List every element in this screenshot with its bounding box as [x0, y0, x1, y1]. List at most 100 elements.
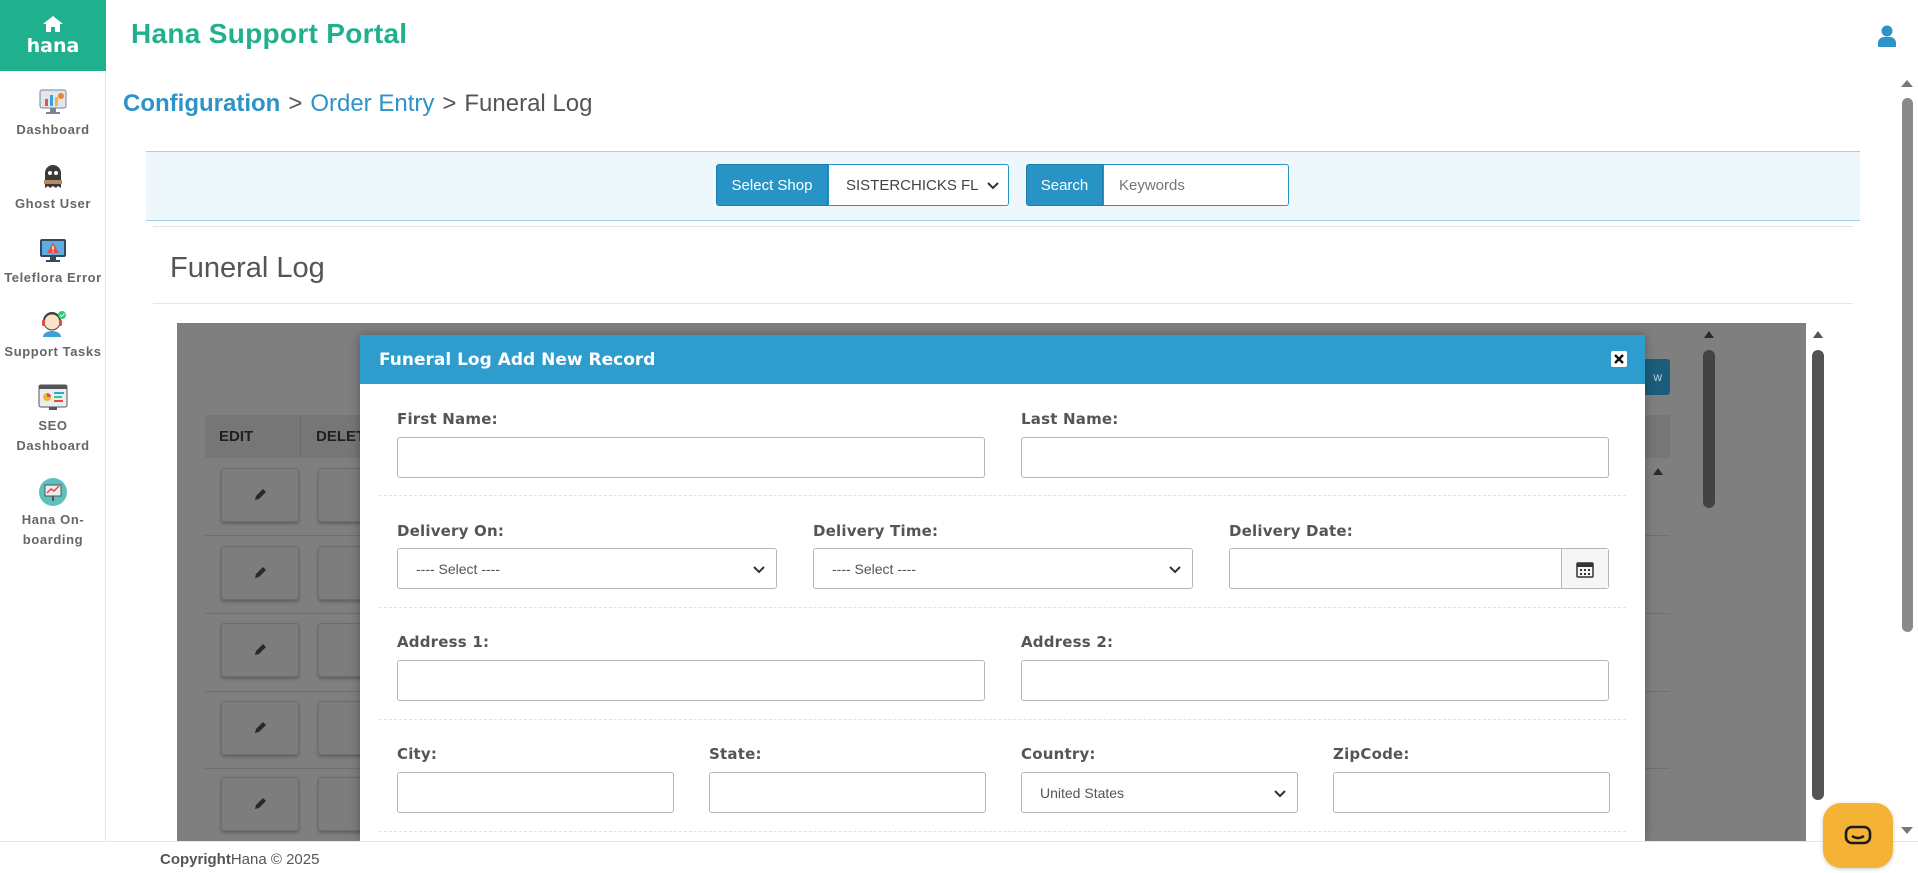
- sidebar-item-support-tasks[interactable]: Support Tasks: [0, 308, 106, 362]
- page-scrollbar-thumb[interactable]: [1902, 98, 1913, 632]
- delivery-on-value: ---- Select ----: [416, 560, 500, 577]
- breadcrumb-order-entry[interactable]: Order Entry: [310, 90, 434, 117]
- ghost-user-icon: [44, 165, 62, 188]
- add-record-modal: Funeral Log Add New Record First Name: L…: [360, 335, 1645, 841]
- support-agent-icon: [42, 311, 66, 337]
- breadcrumb-separator: >: [442, 90, 457, 117]
- seo-dashboard-icon: [38, 384, 68, 410]
- state-field[interactable]: [709, 772, 986, 813]
- chevron-down-icon: [1169, 566, 1181, 574]
- edit-row-button[interactable]: [221, 623, 299, 677]
- delivery-date-label: Delivery Date:: [1229, 522, 1353, 540]
- scroll-up-arrow-icon[interactable]: [1703, 329, 1715, 339]
- chat-widget-button[interactable]: [1823, 803, 1893, 868]
- sidebar-item-teleflora-error[interactable]: Teleflora Error: [0, 234, 106, 288]
- sidebar: hana Dashboard Ghost User Teleflora Erro…: [0, 0, 106, 841]
- edit-row-button[interactable]: [221, 701, 299, 755]
- brand-home-link[interactable]: hana: [0, 0, 106, 71]
- pencil-icon: [255, 722, 266, 733]
- shop-select[interactable]: SISTERCHICKS FL: [828, 164, 1009, 206]
- modal-title: Funeral Log Add New Record: [379, 349, 656, 370]
- delivery-time-value: ---- Select ----: [832, 560, 916, 577]
- edit-row-button[interactable]: [221, 777, 299, 831]
- breadcrumb-separator: >: [288, 90, 303, 117]
- section-divider: [379, 495, 1626, 496]
- column-header-edit: EDIT: [219, 428, 254, 445]
- copyright-label: Copyright: [160, 851, 231, 868]
- search-button[interactable]: Search: [1026, 164, 1103, 206]
- column-divider: [300, 415, 301, 458]
- app-title: Hana Support Portal: [131, 18, 408, 49]
- breadcrumb: Configuration > Order Entry > Funeral Log: [123, 90, 592, 118]
- date-picker-button[interactable]: [1561, 549, 1608, 588]
- sidebar-item-label: Teleflora Error: [4, 270, 102, 285]
- footer: CopyrightHana © 2025: [0, 841, 1918, 873]
- pencil-icon: [255, 644, 266, 655]
- sidebar-item-label: SEO Dashboard: [16, 418, 90, 453]
- address2-label: Address 2:: [1021, 633, 1114, 651]
- scroll-down-arrow-icon[interactable]: [1900, 826, 1914, 836]
- select-shop-label: Select Shop: [716, 164, 828, 206]
- sidebar-item-label: Ghost User: [14, 196, 92, 211]
- calendar-icon: [1576, 561, 1594, 578]
- delivery-on-label: Delivery On:: [397, 522, 505, 540]
- section-divider: [379, 719, 1626, 720]
- delivery-date-field[interactable]: [1229, 548, 1609, 589]
- shop-select-value: SISTERCHICKS FL: [846, 176, 979, 194]
- sidebar-item-dashboard[interactable]: Dashboard: [0, 86, 106, 140]
- scroll-up-arrow-icon[interactable]: [1812, 329, 1824, 339]
- page-title: Funeral Log: [170, 252, 325, 284]
- country-value: United States: [1040, 784, 1125, 801]
- city-field[interactable]: [397, 772, 674, 813]
- address1-label: Address 1:: [397, 633, 490, 651]
- country-label: Country:: [1021, 745, 1096, 763]
- edit-row-button[interactable]: [221, 468, 299, 522]
- sidebar-item-label: Dashboard: [16, 122, 90, 137]
- search-input[interactable]: [1103, 164, 1289, 206]
- chevron-down-icon: [1274, 790, 1286, 798]
- address2-field[interactable]: [1021, 660, 1609, 701]
- monitor-warning-icon: [40, 239, 66, 262]
- modal-header: Funeral Log Add New Record: [360, 335, 1645, 384]
- sidebar-item-seo-dashboard[interactable]: SEO Dashboard: [0, 382, 106, 456]
- pencil-icon: [255, 798, 266, 809]
- sidebar-item-hana-onboarding[interactable]: Hana On-boarding: [0, 476, 106, 550]
- sidebar-item-label: Support Tasks: [4, 344, 102, 359]
- chat-icon: [1844, 825, 1872, 844]
- overlay-scrollbar-thumb[interactable]: [1812, 350, 1824, 800]
- zipcode-label: ZipCode:: [1333, 745, 1410, 763]
- section-divider: [379, 831, 1626, 832]
- close-icon: [1614, 354, 1624, 364]
- breadcrumb-current: Funeral Log: [464, 90, 593, 117]
- column-header-delete: DELET: [316, 428, 366, 445]
- last-name-label: Last Name:: [1021, 410, 1119, 428]
- user-icon[interactable]: [1877, 24, 1897, 48]
- brand-name: hana: [26, 34, 80, 57]
- dashboard-chart-icon: [39, 89, 67, 114]
- country-select[interactable]: United States: [1021, 772, 1298, 813]
- onboarding-icon: [39, 478, 67, 506]
- close-button[interactable]: [1611, 351, 1627, 367]
- pencil-icon: [255, 567, 266, 578]
- sidebar-item-label: Hana On-boarding: [21, 512, 85, 547]
- first-name-field[interactable]: [397, 437, 985, 478]
- delivery-time-select[interactable]: ---- Select ----: [813, 548, 1193, 589]
- scroll-up-arrow-icon[interactable]: [1900, 78, 1914, 88]
- address1-field[interactable]: [397, 660, 985, 701]
- zipcode-field[interactable]: [1333, 772, 1610, 813]
- delivery-on-select[interactable]: ---- Select ----: [397, 548, 777, 589]
- chevron-down-icon: [987, 182, 999, 190]
- divider: [153, 303, 1853, 304]
- state-label: State:: [709, 745, 762, 763]
- breadcrumb-configuration[interactable]: Configuration: [123, 90, 280, 117]
- last-name-field[interactable]: [1021, 437, 1609, 478]
- first-name-label: First Name:: [397, 410, 498, 428]
- home-icon: [43, 15, 63, 32]
- sidebar-item-ghost-user[interactable]: Ghost User: [0, 160, 106, 214]
- delivery-time-label: Delivery Time:: [813, 522, 939, 540]
- copyright-owner: Hana © 2025: [230, 851, 320, 868]
- scroll-up-arrow-icon[interactable]: [1652, 466, 1664, 476]
- edit-row-button[interactable]: [221, 546, 299, 600]
- divider: [153, 226, 1853, 227]
- grid-scrollbar-thumb[interactable]: [1703, 350, 1715, 508]
